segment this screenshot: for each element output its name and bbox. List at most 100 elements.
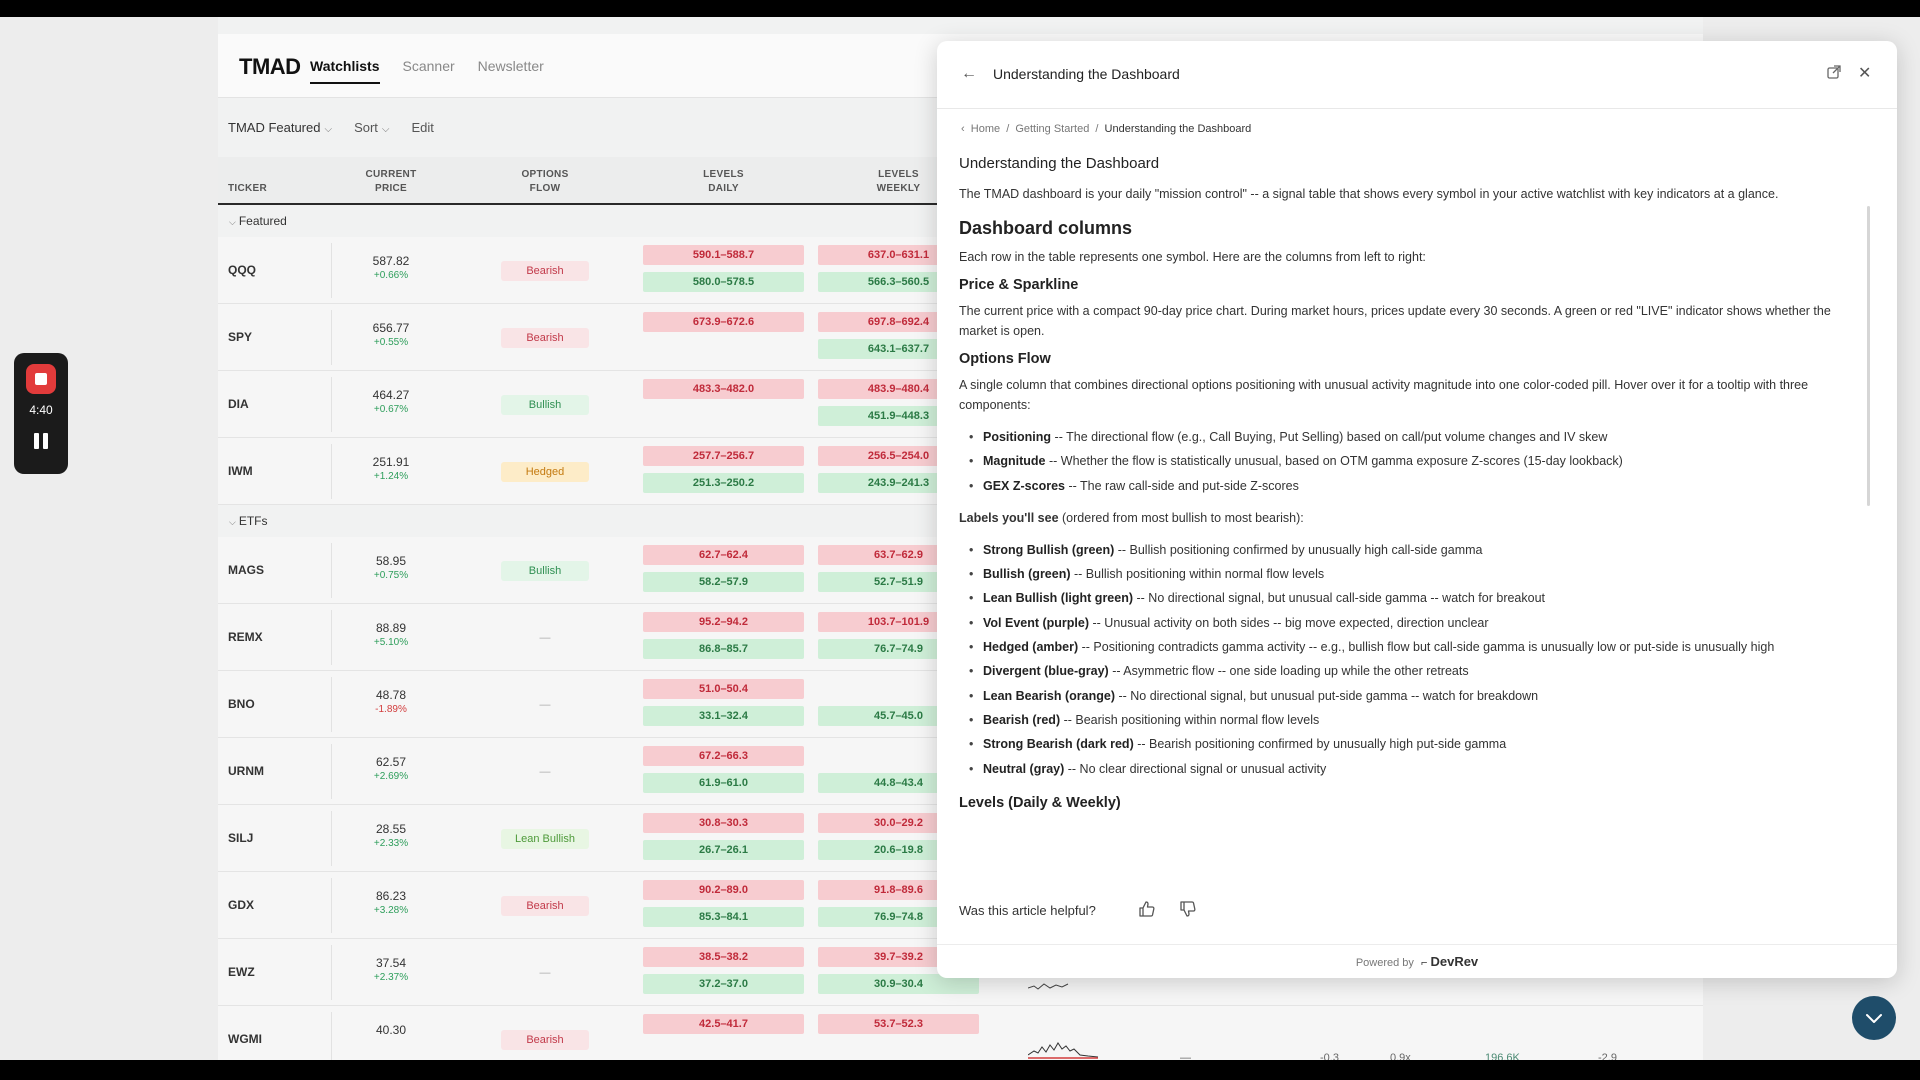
options-flow-pill[interactable]: — (501, 963, 589, 983)
label-item-desc: -- No directional signal, but unusual pu… (1114, 688, 1539, 703)
col-current-price[interactable]: CURRENT PRICE (336, 168, 446, 196)
options-flow-pill[interactable]: — (501, 628, 589, 648)
col-options-flow[interactable]: OPTIONS FLOW (501, 168, 589, 196)
ticker-symbol[interactable]: MAGS (228, 563, 264, 577)
column-divider (331, 243, 332, 298)
chevron-down-icon: ⌵ (381, 124, 390, 135)
ticker-symbol[interactable]: URNM (228, 764, 264, 778)
labels-intro: Labels you'll see (ordered from most bul… (959, 508, 1859, 528)
options-flow-pill[interactable]: Bullish (501, 395, 589, 415)
column-divider (331, 610, 332, 665)
label-item-desc: -- Unusual activity on both sides -- big… (1089, 615, 1489, 630)
label-item-term: Bullish (green) (983, 567, 1071, 582)
component-item-desc: -- Whether the flow is statistically unu… (1045, 454, 1623, 469)
price-change: +3.28% (373, 905, 409, 916)
ticker-symbol[interactable]: SPY (228, 330, 252, 344)
ticker-symbol[interactable]: IWM (228, 464, 253, 478)
ticker-symbol[interactable]: DIA (228, 397, 249, 411)
pause-icon[interactable] (34, 433, 48, 449)
nav-newsletter[interactable]: Newsletter (478, 58, 544, 84)
options-flow-pill[interactable]: Bullish (501, 561, 589, 581)
level-daily-resistance: 90.2–89.0 (643, 880, 804, 900)
wgmi-extra-v2: 0.9x (1390, 1052, 1411, 1060)
thumbs-up-icon[interactable] (1137, 899, 1157, 919)
edit-button[interactable]: Edit (412, 120, 434, 135)
panel-title: Understanding the Dashboard (993, 66, 1180, 82)
col-options-flow-line2: FLOW (529, 183, 561, 194)
col-levels-daily-line2: DAILY (708, 183, 739, 194)
options-flow-pill[interactable]: Bearish (501, 261, 589, 281)
level-daily-resistance: 257.7–256.7 (643, 446, 804, 466)
ticker-symbol[interactable]: WGMI (228, 1032, 262, 1046)
component-item-term: Magnitude (983, 454, 1046, 469)
watchlist-select[interactable]: TMAD Featured ⌵ (228, 120, 332, 135)
group-etfs-label: ETFs (238, 514, 268, 528)
level-daily-support: 37.2–37.0 (643, 974, 804, 994)
level-daily-resistance: 30.8–30.3 (643, 813, 804, 833)
ticker-symbol[interactable]: SILJ (228, 831, 253, 845)
label-item-desc: -- No clear directional signal or unusua… (1064, 761, 1327, 776)
table-row[interactable]: WGMI 40.30 Bearish 42.5–41.7 53.7–52.3 (218, 1006, 1703, 1060)
levels-heading: Levels (Daily & Weekly) (959, 794, 1121, 811)
wgmi-extra-dash: — (1180, 1052, 1191, 1060)
breadcrumb-current: Understanding the Dashboard (1104, 123, 1252, 135)
current-price: 251.91 (372, 455, 410, 469)
label-item-term: Bearish (red) (983, 712, 1061, 727)
label-item-term: Strong Bullish (green) (983, 542, 1115, 557)
level-daily-resistance: 483.3–482.0 (643, 379, 804, 399)
level-daily-resistance: 38.5–38.2 (643, 947, 804, 967)
chat-widget-button[interactable] (1852, 996, 1896, 1040)
label-item: Strong Bullish (green) -- Bullish positi… (959, 538, 1859, 563)
thumbs-down-icon[interactable] (1178, 899, 1198, 919)
price-text: The current price with a compact 90-day … (959, 304, 1831, 338)
level-daily-resistance: 62.7–62.4 (643, 545, 804, 565)
column-divider (331, 543, 332, 598)
ticker-symbol[interactable]: BNO (228, 697, 255, 711)
nav-scanner[interactable]: Scanner (403, 58, 455, 84)
price-change: +2.33% (373, 838, 409, 849)
price-change: +0.75% (373, 570, 409, 581)
component-item-term: GEX Z-scores (983, 478, 1065, 493)
ticker-symbol[interactable]: EWZ (228, 965, 255, 979)
col-ticker[interactable]: TICKER (228, 182, 267, 196)
col-levels-daily[interactable]: LEVELS DAILY (643, 168, 804, 196)
breadcrumb-home[interactable]: Home (971, 123, 1000, 135)
back-arrow-icon[interactable]: ← (961, 65, 977, 83)
powered-by-footer: Powered by ⌐ DevRev (937, 944, 1897, 978)
column-divider (331, 1012, 332, 1060)
level-daily-support: 61.9–61.0 (643, 773, 804, 793)
sort-button[interactable]: Sort ⌵ (354, 120, 389, 135)
article-scrollbar[interactable] (1867, 206, 1870, 506)
group-featured-label: Featured (238, 214, 287, 228)
sort-label: Sort (354, 120, 378, 135)
stop-recording-button[interactable] (26, 364, 56, 394)
devrev-brand[interactable]: DevRev (1430, 954, 1478, 969)
ticker-symbol[interactable]: GDX (228, 898, 254, 912)
label-item-desc: -- Bearish positioning within normal flo… (1060, 712, 1320, 727)
nav-watchlists[interactable]: Watchlists (310, 58, 380, 84)
component-item: GEX Z-scores -- The raw call-side and pu… (959, 474, 1859, 499)
options-flow-pill[interactable]: — (501, 762, 589, 782)
options-flow-pill[interactable]: Bearish (501, 896, 589, 916)
label-item: Lean Bullish (light green) -- No directi… (959, 586, 1859, 611)
options-flow-pill[interactable]: Bearish (501, 328, 589, 348)
help-article-panel: ← Understanding the Dashboard ✕ ‹ Home /… (937, 41, 1897, 978)
col-levels-weekly-line1: LEVELS (878, 169, 919, 180)
column-divider (331, 377, 332, 432)
options-flow-pill[interactable]: — (501, 695, 589, 715)
component-item: Magnitude -- Whether the flow is statist… (959, 449, 1859, 474)
tmad-logo[interactable]: TMAD (239, 54, 301, 80)
components-list: Positioning -- The directional flow (e.g… (959, 425, 1859, 498)
breadcrumb-getting-started[interactable]: Getting Started (1015, 123, 1089, 135)
open-external-icon[interactable] (1827, 65, 1841, 79)
label-item-desc: -- Bullish positioning within normal flo… (1070, 567, 1325, 582)
breadcrumb-chevron-left-icon[interactable]: ‹ (961, 123, 965, 135)
options-flow-pill[interactable]: Bearish (501, 1030, 589, 1050)
options-flow-pill[interactable]: Lean Bullish (501, 829, 589, 849)
price-change: +0.66% (373, 270, 409, 281)
ticker-symbol[interactable]: QQQ (228, 263, 256, 277)
close-icon[interactable]: ✕ (1858, 63, 1871, 83)
helpful-prompt: Was this article helpful? (959, 903, 1096, 918)
options-flow-pill[interactable]: Hedged (501, 462, 589, 482)
ticker-symbol[interactable]: REMX (228, 630, 263, 644)
